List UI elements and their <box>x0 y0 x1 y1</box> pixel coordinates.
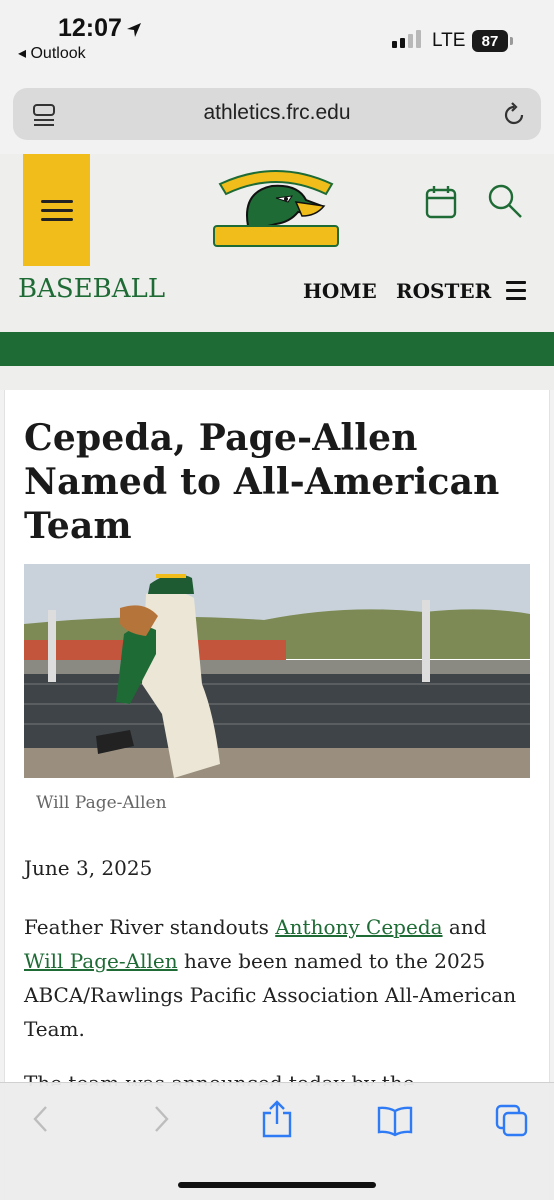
article-date: June 3, 2025 <box>24 856 153 880</box>
nav-home-link[interactable]: HOME <box>303 279 377 303</box>
tabs-icon[interactable] <box>494 1103 530 1139</box>
paragraph-text: and <box>442 915 487 939</box>
address-bar[interactable]: athletics.frc.edu <box>13 88 541 140</box>
url-text[interactable]: athletics.frc.edu <box>13 101 541 125</box>
back-to-app-link[interactable]: ◂ Outlook <box>18 43 86 63</box>
article-photo[interactable] <box>24 564 530 778</box>
status-bar: 12:07 ◂ Outlook LTE 87 <box>0 0 554 80</box>
sport-title[interactable]: BASEBALL <box>18 274 165 304</box>
back-icon[interactable] <box>30 1103 52 1135</box>
golden-eagles-logo[interactable] <box>206 162 346 252</box>
bookmarks-icon[interactable] <box>376 1105 414 1137</box>
status-time: 12:07 <box>58 14 122 42</box>
player-link-anthony-cepeda[interactable]: Anthony Cepeda <box>275 915 442 939</box>
reload-icon[interactable] <box>501 100 527 128</box>
header-spacer <box>0 366 554 390</box>
battery-icon: 87 <box>472 30 508 52</box>
location-arrow-icon <box>127 23 141 37</box>
search-icon[interactable] <box>486 182 524 220</box>
hamburger-icon <box>40 194 73 227</box>
share-icon[interactable] <box>260 1099 294 1139</box>
article-headline: Cepeda, Page-Allen Named to All-American… <box>24 417 500 547</box>
nav-roster-link[interactable]: ROSTER <box>396 279 491 303</box>
brand-color-band <box>0 332 554 366</box>
article-paragraph: Feather River standouts Anthony Cepeda a… <box>24 910 532 1046</box>
main-menu-button[interactable] <box>23 154 90 266</box>
cell-signal-icon <box>392 30 421 48</box>
calendar-icon[interactable] <box>424 184 458 220</box>
battery-tip <box>510 37 513 45</box>
nav-more-icon[interactable] <box>506 281 526 305</box>
paragraph-text: Feather River standouts <box>24 915 276 939</box>
network-type: LTE <box>432 30 466 51</box>
forward-icon[interactable] <box>150 1103 172 1135</box>
player-link-will-page-allen[interactable]: Will Page-Allen <box>24 949 178 973</box>
photo-caption: Will Page-Allen <box>36 793 167 813</box>
home-indicator[interactable] <box>178 1182 376 1188</box>
